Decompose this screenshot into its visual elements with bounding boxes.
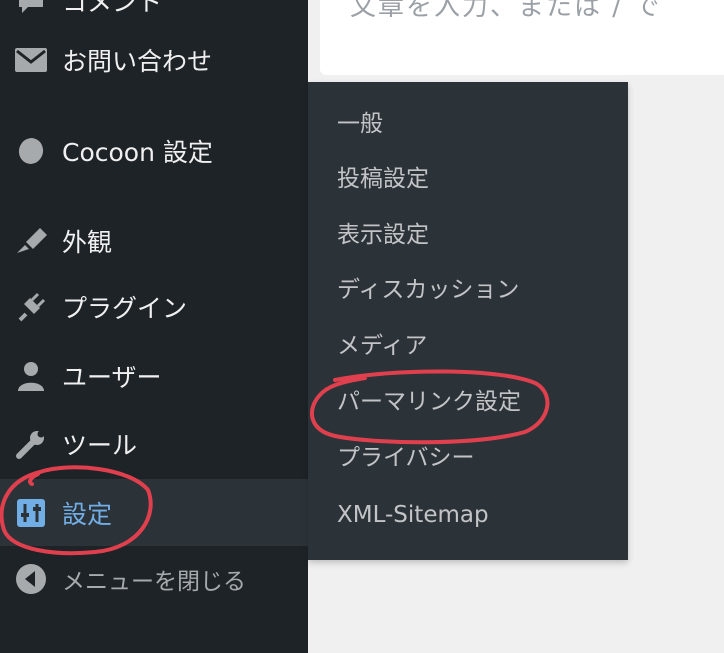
wrench-icon (0, 428, 62, 460)
sidebar-item-label: ツール (62, 431, 138, 460)
submenu-item-permalinks[interactable]: パーマリンク設定 (337, 387, 521, 417)
sidebar-item-label: 外観 (62, 228, 113, 257)
settings-submenu: 一般 投稿設定 表示設定 ディスカッション メディア パーマリンク設定 プライバ… (308, 82, 628, 560)
sidebar-item-label: Cocoon 設定 (62, 138, 213, 167)
sidebar-item-label: ユーザー (62, 363, 162, 392)
collapse-menu-label: メニューを閉じる (62, 569, 246, 595)
user-icon (0, 360, 62, 392)
submenu-item-general[interactable]: 一般 (337, 109, 383, 139)
sidebar-item-contact[interactable]: お問い合わせ (0, 27, 308, 93)
sidebar-item-label: 設定 (62, 499, 113, 529)
submenu-item-writing[interactable]: 投稿設定 (337, 164, 429, 194)
sidebar-item-plugins[interactable]: プラグイン (0, 274, 308, 340)
brush-icon (0, 225, 62, 257)
collapse-menu-button[interactable]: メニューを閉じる (0, 546, 308, 612)
submenu-item-privacy[interactable]: プライバシー (337, 443, 475, 473)
sidebar-item-label: プラグイン (62, 294, 188, 323)
plugin-icon (0, 290, 62, 324)
mail-icon (0, 47, 62, 73)
sidebar-item-settings[interactable]: 設定 (0, 479, 308, 546)
sidebar-item-appearance[interactable]: 外観 (0, 208, 308, 274)
submenu-item-discussion[interactable]: ディスカッション (337, 275, 519, 305)
sidebar-item-tools[interactable]: ツール (0, 411, 308, 477)
comment-icon (0, 0, 62, 15)
submenu-item-reading[interactable]: 表示設定 (337, 220, 429, 250)
submenu-pointer (293, 500, 308, 530)
cocoon-icon (0, 136, 62, 166)
submenu-item-media[interactable]: メディア (337, 331, 427, 361)
settings-sliders-icon (0, 498, 62, 528)
sidebar-item-label: コメント (62, 0, 163, 17)
sidebar-item-cocoon-settings[interactable]: Cocoon 設定 (0, 118, 308, 184)
sidebar-item-label: お問い合わせ (62, 47, 213, 76)
sidebar-item-users[interactable]: ユーザー (0, 343, 308, 409)
collapse-arrow-icon (0, 563, 62, 595)
editor-placeholder-text[interactable]: 文章を入力、または / で (350, 0, 661, 23)
submenu-item-xml-sitemap[interactable]: XML-Sitemap (337, 500, 489, 530)
